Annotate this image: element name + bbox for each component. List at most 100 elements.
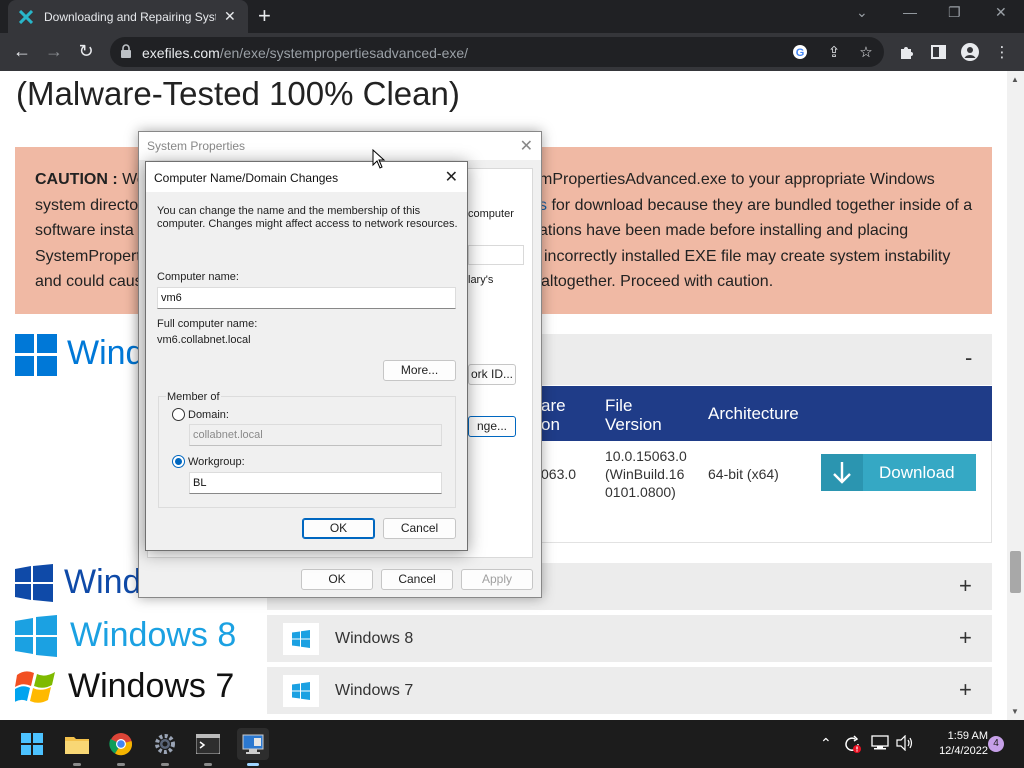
lock-icon (120, 44, 132, 63)
cnd-ok-button[interactable]: OK (302, 518, 375, 539)
system-properties-taskbar-button[interactable] (237, 728, 269, 766)
domain-radio[interactable] (172, 408, 185, 421)
scroll-up-icon[interactable]: ▲ (1011, 75, 1019, 84)
cnd-cancel-button[interactable]: Cancel (383, 518, 456, 539)
system-properties-ok-button[interactable]: OK (301, 569, 373, 590)
cnd-close-icon[interactable]: ✕ (445, 167, 458, 187)
forward-icon[interactable]: → (43, 41, 65, 62)
file-explorer-indicator (73, 763, 81, 766)
windows-start-icon (21, 733, 43, 755)
windows-7-brand-word: Windows (68, 667, 206, 705)
show-hidden-icons-icon[interactable]: ⌃ (820, 735, 832, 752)
tab-search-chevron-icon[interactable]: ⌄ (856, 4, 868, 21)
header-file-version: File Version (605, 396, 662, 434)
computer-name-label: Computer name: (157, 271, 239, 283)
address-bar[interactable]: exefiles.com/en/exe/systempropertiesadva… (110, 37, 884, 67)
new-tab-icon[interactable]: + (258, 4, 271, 28)
back-icon[interactable]: ← (11, 41, 33, 62)
url-host: exefiles.com (142, 45, 220, 61)
computer-name-domain-changes-dialog: Computer Name/Domain Changes ✕ You can c… (145, 161, 468, 551)
notification-badge[interactable]: 4 (988, 736, 1004, 752)
caution-line-2-right: s for download because they are bundled … (539, 197, 972, 215)
system-properties-titlebar[interactable]: System Properties ✕ (139, 132, 541, 160)
minimize-icon[interactable]: — (903, 4, 917, 20)
header-architecture: Architecture (708, 404, 799, 423)
workgroup-label: Workgroup: (188, 456, 245, 468)
more-button[interactable]: More... (383, 360, 456, 381)
header-product-version: are on (541, 396, 566, 434)
workgroup-radio[interactable] (172, 455, 185, 468)
system-properties-icon (242, 734, 264, 754)
reload-icon[interactable]: ↻ (75, 41, 97, 62)
full-computer-name-value: vm6.collabnet.local (157, 334, 251, 346)
start-button[interactable] (16, 728, 48, 760)
cnd-title: Computer Name/Domain Changes (154, 171, 339, 185)
volume-icon[interactable] (896, 734, 914, 754)
side-panel-icon[interactable] (928, 42, 948, 62)
caution-line-1-right: mPropertiesAdvanced.exe to your appropri… (539, 171, 935, 188)
system-properties-title: System Properties (147, 139, 246, 153)
system-properties-close-icon[interactable]: ✕ (520, 136, 533, 156)
collapse-icon[interactable]: - (965, 345, 972, 371)
caution-line-5-left: and could caus (35, 273, 143, 290)
windows-8-brand-word: Windows (70, 616, 208, 654)
restore-icon[interactable]: ❐ (948, 4, 961, 21)
terminal-icon (196, 734, 220, 754)
terminal-indicator (204, 763, 212, 766)
clock-time: 1:59 AM (947, 730, 988, 742)
system-properties-cancel-button[interactable]: Cancel (381, 569, 453, 590)
cnd-description: You can change the name and the membersh… (157, 205, 458, 230)
clock[interactable]: 1:59 AM 12/4/2022 (918, 729, 988, 759)
caution-label: CAUTION : (35, 171, 118, 188)
domain-label: Domain: (188, 409, 229, 421)
cnd-titlebar[interactable]: Computer Name/Domain Changes ✕ (146, 162, 467, 192)
network-icon[interactable] (871, 735, 889, 754)
extensions-icon[interactable] (896, 42, 916, 62)
caution-line-4-left: SystemPropert (35, 248, 141, 265)
settings-gear-icon (155, 734, 175, 754)
system-properties-apply-button[interactable]: Apply (461, 569, 533, 590)
bookmark-star-icon[interactable]: ☆ (856, 42, 876, 62)
google-icon[interactable]: G (790, 42, 810, 62)
window-close-icon[interactable]: ✕ (995, 4, 1007, 21)
expand-icon[interactable]: + (959, 573, 972, 599)
caution-line-1: CAUTION : We (35, 171, 146, 189)
file-explorer-button[interactable] (61, 728, 93, 766)
browser-toolbar: ← → ↻ exefiles.com/en/exe/systemproperti… (0, 33, 1024, 71)
tab-close-icon[interactable]: ✕ (224, 8, 236, 25)
terminal-button[interactable] (192, 728, 224, 766)
profile-icon[interactable] (960, 42, 980, 62)
url-path: /en/exe/systempropertiesadvanced-exe/ (219, 45, 469, 61)
settings-button[interactable] (149, 728, 181, 766)
windows-8-expand-icon[interactable]: + (959, 625, 972, 651)
chrome-menu-icon[interactable]: ⋮ (992, 42, 1012, 62)
sync-warning-icon[interactable] (843, 735, 861, 756)
partial-wizard-text: lary's (468, 274, 494, 286)
page-scrollbar[interactable]: ▲ ▼ (1007, 71, 1024, 720)
caution-line-5-right: altogether. Proceed with caution. (541, 273, 774, 290)
computer-description-field[interactable] (468, 245, 524, 265)
share-icon[interactable]: ⇪ (824, 42, 844, 62)
chrome-button[interactable] (105, 728, 137, 766)
chrome-icon (109, 733, 133, 756)
windows-7-expand-icon[interactable]: + (959, 677, 972, 703)
clock-date: 12/4/2022 (939, 745, 988, 757)
scroll-down-icon[interactable]: ▼ (1011, 707, 1019, 716)
caution-line-2-right-text: for download because they are bundled to… (547, 197, 973, 214)
workgroup-input[interactable]: BL (189, 472, 442, 494)
domain-input[interactable]: collabnet.local (189, 424, 442, 446)
windows-section-2-brand: Wind (64, 563, 142, 601)
caution-line-2-left: system directo (35, 197, 139, 214)
windows-8-brand-version: 8 (217, 616, 237, 654)
tab-title: Downloading and Repairing System (44, 9, 216, 24)
browser-tab[interactable]: Downloading and Repairing System ✕ (8, 0, 248, 33)
change-button[interactable]: nge... (468, 416, 516, 437)
partial-computer-text: computer (468, 208, 514, 220)
computer-name-input[interactable]: vm6 (157, 287, 456, 309)
url-text: exefiles.com/en/exe/systempropertiesadva… (142, 45, 468, 61)
folder-icon (65, 737, 89, 754)
network-id-button[interactable]: ork ID... (468, 364, 516, 385)
settings-indicator (161, 763, 169, 766)
caution-line-3-right: ations have been made before installing … (539, 222, 909, 239)
scrollbar-thumb[interactable] (1010, 551, 1021, 593)
